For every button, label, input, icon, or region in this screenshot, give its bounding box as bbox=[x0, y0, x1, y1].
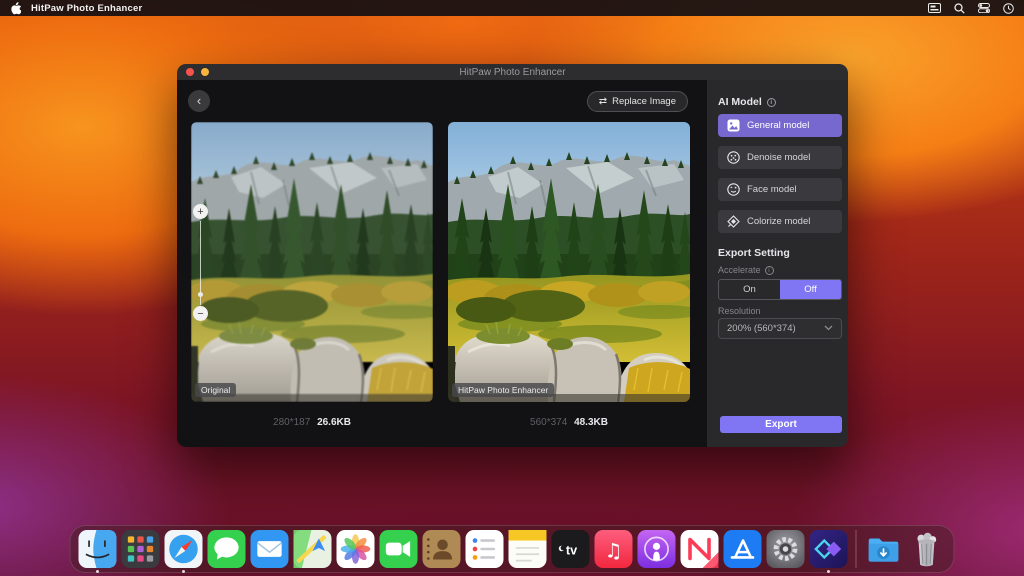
dock-item-tv[interactable]: tv bbox=[551, 530, 590, 568]
accelerate-toggle: On Off bbox=[718, 279, 842, 300]
zoom-in-button[interactable]: + bbox=[193, 204, 208, 219]
ai-model-info-icon[interactable]: i bbox=[766, 97, 776, 107]
dock-item-appstore[interactable] bbox=[723, 530, 762, 568]
accelerate-off-option[interactable]: Off bbox=[780, 280, 841, 299]
original-image-panel[interactable]: + − Original bbox=[191, 122, 433, 402]
window-titlebar[interactable]: HitPaw Photo Enhancer bbox=[177, 64, 848, 80]
original-filesize: 26.6KB bbox=[317, 417, 351, 428]
control-center-icon[interactable] bbox=[978, 3, 990, 13]
dock-item-podcasts[interactable] bbox=[637, 530, 676, 568]
accelerate-row: Accelerate i bbox=[718, 265, 774, 275]
compare-area: ‹ ⇄ Replace Image + − Original HitPaw Ph… bbox=[177, 80, 707, 447]
dock-item-mail[interactable] bbox=[250, 530, 289, 568]
dock-item-reminders[interactable] bbox=[465, 530, 504, 568]
face-icon bbox=[727, 183, 740, 196]
colorize-model-button[interactable]: Colorize model bbox=[718, 210, 842, 233]
app-window: HitPaw Photo Enhancer ‹ ⇄ Replace Image … bbox=[177, 64, 848, 447]
dock: tv ♫ bbox=[69, 525, 955, 573]
picture-icon bbox=[727, 119, 740, 132]
dock-item-hitpaw[interactable] bbox=[809, 530, 848, 568]
dock-item-music[interactable]: ♫ bbox=[594, 530, 633, 568]
face-model-label: Face model bbox=[747, 184, 797, 195]
accelerate-info-icon[interactable]: i bbox=[764, 265, 774, 275]
chevron-down-icon bbox=[824, 323, 833, 334]
swap-arrows-icon: ⇄ bbox=[598, 96, 608, 107]
dock-separator bbox=[855, 530, 857, 568]
enhanced-caption: 560*374 48.3KB bbox=[448, 417, 690, 428]
keyboard-icon[interactable] bbox=[928, 3, 941, 13]
enhanced-tag: HitPaw Photo Enhancer bbox=[452, 383, 555, 397]
enhanced-dimensions: 560*374 bbox=[530, 417, 568, 428]
dock-item-news[interactable] bbox=[680, 530, 719, 568]
colorize-icon bbox=[727, 215, 740, 228]
denoise-icon bbox=[727, 151, 740, 164]
dock-item-safari[interactable] bbox=[164, 530, 203, 568]
back-button[interactable]: ‹ bbox=[188, 90, 210, 112]
dock-item-contacts[interactable] bbox=[422, 530, 461, 568]
replace-image-label: Replace Image bbox=[612, 96, 676, 107]
menubar-app-name[interactable]: HitPaw Photo Enhancer bbox=[31, 3, 142, 14]
desktop: HitPaw Photo Enhancer HitPaw Photo Enhan bbox=[0, 0, 1024, 576]
dock-item-finder[interactable] bbox=[78, 530, 117, 568]
enhanced-photo bbox=[448, 122, 690, 402]
original-caption: 280*187 26.6KB bbox=[191, 417, 433, 428]
apple-logo-icon[interactable] bbox=[10, 1, 21, 15]
dock-item-notes[interactable] bbox=[508, 530, 547, 568]
dock-item-downloads[interactable] bbox=[865, 530, 903, 568]
minimize-button[interactable] bbox=[201, 68, 209, 76]
general-model-button[interactable]: General model bbox=[718, 114, 842, 137]
dock-item-maps[interactable] bbox=[293, 530, 332, 568]
original-tag: Original bbox=[195, 383, 237, 397]
close-button[interactable] bbox=[186, 68, 194, 76]
zoom-out-button[interactable]: − bbox=[193, 306, 208, 321]
ai-model-header: AI Model i bbox=[718, 96, 776, 108]
export-setting-label: Export Setting bbox=[718, 247, 790, 259]
accelerate-label: Accelerate bbox=[718, 265, 761, 275]
resolution-dropdown[interactable]: 200% (560*374) bbox=[718, 318, 842, 339]
dock-item-launchpad[interactable] bbox=[121, 530, 160, 568]
replace-image-button[interactable]: ⇄ Replace Image bbox=[586, 91, 688, 112]
dock-item-photos[interactable] bbox=[336, 530, 375, 568]
export-button[interactable]: Export bbox=[720, 416, 842, 433]
original-photo bbox=[191, 122, 433, 402]
clock-icon[interactable] bbox=[1003, 2, 1014, 14]
denoise-model-label: Denoise model bbox=[747, 152, 811, 163]
settings-sidebar: AI Model i General model Denoise model F… bbox=[707, 80, 848, 447]
ai-model-label: AI Model bbox=[718, 96, 762, 108]
face-model-button[interactable]: Face model bbox=[718, 178, 842, 201]
dock-item-facetime[interactable] bbox=[379, 530, 418, 568]
svg-text:tv: tv bbox=[566, 543, 577, 557]
menu-bar: HitPaw Photo Enhancer bbox=[0, 0, 1024, 16]
export-setting-header: Export Setting bbox=[718, 247, 790, 259]
general-model-label: General model bbox=[747, 120, 810, 131]
dock-item-messages[interactable] bbox=[207, 530, 246, 568]
enhanced-filesize: 48.3KB bbox=[574, 417, 608, 428]
search-icon[interactable] bbox=[954, 2, 965, 14]
zoom-slider-handle[interactable] bbox=[198, 292, 203, 297]
denoise-model-button[interactable]: Denoise model bbox=[718, 146, 842, 169]
colorize-model-label: Colorize model bbox=[747, 216, 811, 227]
resolution-value: 200% (560*374) bbox=[727, 323, 796, 334]
svg-text:♫: ♫ bbox=[605, 538, 623, 562]
enhanced-image-panel[interactable]: HitPaw Photo Enhancer bbox=[448, 122, 690, 402]
resolution-label: Resolution bbox=[718, 306, 761, 316]
original-dimensions: 280*187 bbox=[273, 417, 311, 428]
zoom-slider[interactable]: + − bbox=[191, 122, 211, 402]
resolution-row: Resolution bbox=[718, 306, 761, 316]
window-title: HitPaw Photo Enhancer bbox=[459, 66, 566, 78]
dock-item-trash[interactable] bbox=[908, 530, 946, 568]
accelerate-on-option[interactable]: On bbox=[719, 280, 780, 299]
dock-item-settings[interactable] bbox=[766, 530, 805, 568]
